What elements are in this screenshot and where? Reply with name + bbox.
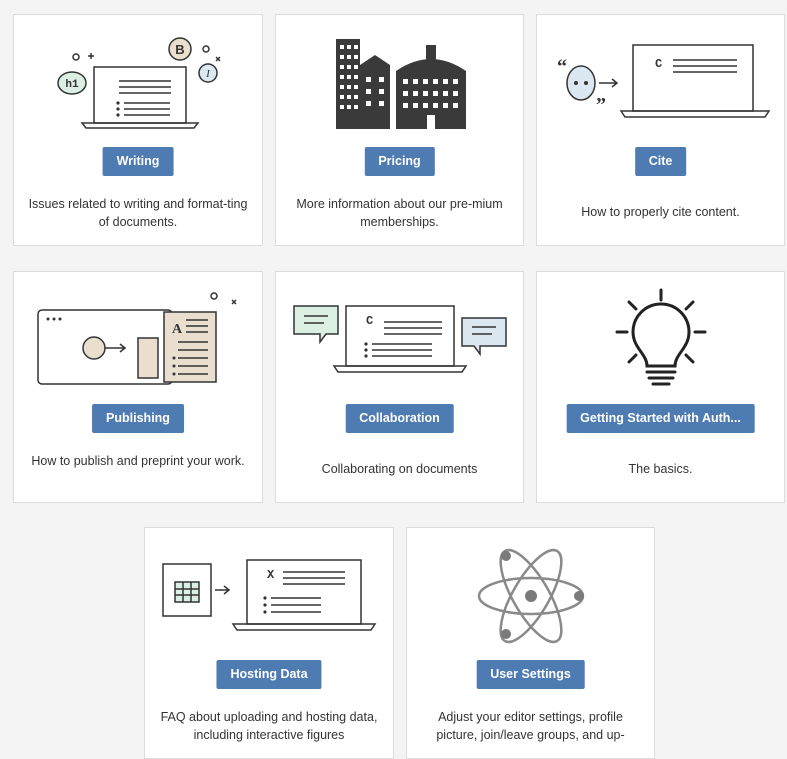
cite-illustration: “ ” C <box>537 15 784 145</box>
publishing-description: How to publish and preprint your work. <box>31 454 245 468</box>
card-publishing[interactable]: A Publishing How to publish and preprint… <box>13 271 263 503</box>
card-getting-started[interactable]: Getting Started with Auth... The basics. <box>536 271 785 503</box>
collaboration-illustration: C <box>276 272 523 402</box>
cite-button[interactable]: Cite <box>634 147 687 176</box>
collaboration-button[interactable]: Collaboration <box>345 404 454 433</box>
svg-text:h1: h1 <box>65 79 79 91</box>
svg-text:X: X <box>267 568 275 582</box>
card-writing[interactable]: h1 B I Writing Issues related to writing… <box>13 14 263 246</box>
getting-started-description: The basics. <box>628 462 693 476</box>
pricing-description: More information about our pre-mium memb… <box>296 197 503 229</box>
pricing-buildings-icon <box>276 15 523 145</box>
publishing-illustration: A <box>14 272 262 402</box>
card-cite[interactable]: “ ” C Cite How to properly cite content. <box>536 14 785 246</box>
hosting-data-illustration: X <box>145 528 393 658</box>
pricing-button[interactable]: Pricing <box>364 147 435 176</box>
card-pricing[interactable]: Pricing More information about our pre-m… <box>275 14 524 246</box>
svg-text:C: C <box>655 57 662 71</box>
svg-text:B: B <box>175 42 184 57</box>
card-collaboration[interactable]: C Collaboration Collaborating on documen… <box>275 271 524 503</box>
user-settings-button[interactable]: User Settings <box>476 660 585 689</box>
svg-text:C: C <box>366 314 373 328</box>
svg-text:”: ” <box>596 94 606 116</box>
getting-started-button[interactable]: Getting Started with Auth... <box>566 404 755 433</box>
user-settings-description: Adjust your editor settings, profile pic… <box>436 710 625 742</box>
writing-description: Issues related to writing and format-tin… <box>28 197 248 229</box>
svg-text:A: A <box>172 322 183 337</box>
atom-icon <box>407 528 654 658</box>
publishing-button[interactable]: Publishing <box>92 404 184 433</box>
hosting-data-button[interactable]: Hosting Data <box>216 660 322 689</box>
hosting-data-description: FAQ about uploading and hosting data, in… <box>160 710 378 742</box>
collaboration-description: Collaborating on documents <box>321 462 478 476</box>
svg-text:“: “ <box>557 56 567 78</box>
lightbulb-icon <box>537 272 784 402</box>
writing-button[interactable]: Writing <box>102 147 174 176</box>
card-hosting-data[interactable]: X Hosting Data FAQ about uploading and h… <box>144 527 394 759</box>
cite-description: How to properly cite content. <box>581 205 740 219</box>
writing-illustration: h1 B I <box>14 15 262 145</box>
card-user-settings[interactable]: User Settings Adjust your editor setting… <box>406 527 655 759</box>
